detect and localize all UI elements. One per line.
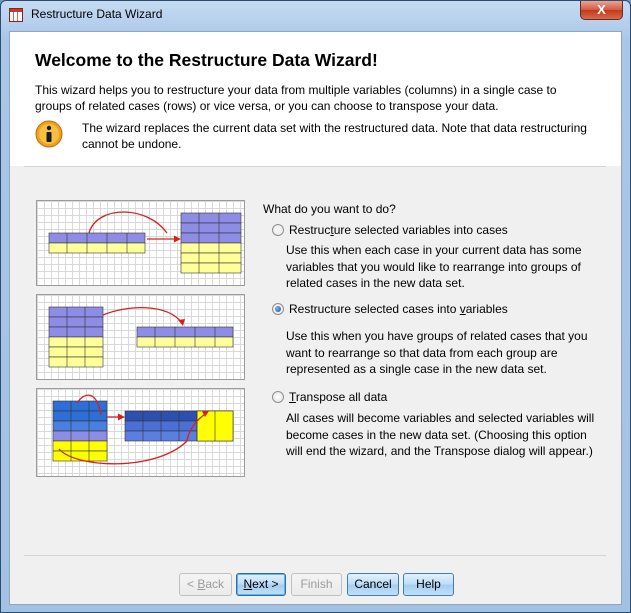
window-title: Restructure Data Wizard [31, 7, 163, 21]
variables-into-cases-radio[interactable] [272, 224, 284, 236]
cancel-button[interactable]: Cancel [347, 573, 399, 596]
variables-to-cases-diagram [36, 200, 245, 286]
help-button[interactable]: Help [403, 573, 454, 596]
question-label: What do you want to do? [263, 202, 396, 216]
header-divider [24, 166, 606, 167]
intro-text: This wizard helps you to restructure you… [35, 83, 557, 113]
transpose-all-data-label[interactable]: Transpose all data [289, 390, 387, 404]
cases-into-variables-description: Use this when you have groups of related… [286, 329, 588, 376]
close-button[interactable]: X [580, 1, 623, 20]
page-title: Welcome to the Restructure Data Wizard! [35, 50, 378, 70]
cases-to-variables-diagram [36, 294, 245, 380]
transpose-diagram [36, 388, 245, 477]
warning-note: The wizard replaces the current data set… [82, 121, 587, 151]
finish-button[interactable]: Finish [291, 573, 342, 596]
transpose-all-data-description: All cases will become variables and sele… [286, 411, 595, 458]
title-bar[interactable]: Restructure Data Wizard X [1, 1, 630, 29]
info-icon [35, 120, 63, 148]
variables-into-cases-label[interactable]: Restructure selected variables into case… [289, 223, 508, 237]
wizard-client-area: Welcome to the Restructure Data Wizard! … [9, 31, 622, 605]
next-button[interactable]: Next > [236, 573, 286, 596]
transpose-all-data-radio[interactable] [272, 391, 284, 403]
spss-data-icon [9, 8, 23, 22]
variables-into-cases-description: Use this when each case in your current … [286, 243, 582, 290]
cases-into-variables-radio[interactable] [272, 303, 284, 315]
restructure-data-wizard-window: Restructure Data Wizard X Welcome to the… [0, 0, 631, 613]
footer-divider [24, 555, 606, 556]
back-button[interactable]: < Back [179, 573, 232, 596]
cases-into-variables-label[interactable]: Restructure selected cases into variable… [289, 302, 508, 316]
welcome-header: Welcome to the Restructure Data Wizard! … [10, 32, 621, 166]
